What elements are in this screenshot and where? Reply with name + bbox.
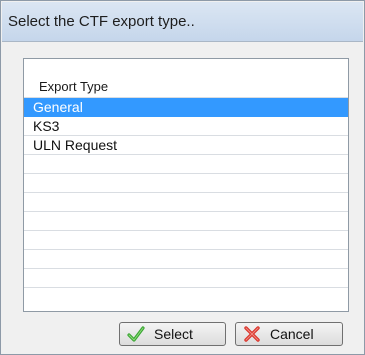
title-bar: Select the CTF export type.. bbox=[2, 2, 363, 42]
select-button[interactable]: Select bbox=[119, 322, 226, 346]
dialog-title: Select the CTF export type.. bbox=[8, 13, 195, 30]
export-type-dialog: Select the CTF export type.. Export Type… bbox=[0, 0, 365, 355]
list-item[interactable]: KS3 bbox=[24, 117, 348, 136]
cross-icon bbox=[244, 326, 260, 342]
cancel-button[interactable]: Cancel bbox=[235, 322, 343, 346]
list-item[interactable]: General bbox=[24, 98, 348, 117]
empty-row bbox=[24, 231, 348, 250]
empty-row bbox=[24, 212, 348, 231]
column-header-export-type[interactable]: Export Type bbox=[24, 59, 348, 98]
empty-row bbox=[24, 269, 348, 288]
list-item-label: General bbox=[33, 99, 83, 115]
list-item-label: ULN Request bbox=[33, 137, 118, 153]
cancel-button-label: Cancel bbox=[270, 326, 314, 342]
empty-row bbox=[24, 174, 348, 193]
list-item[interactable]: ULN Request bbox=[24, 136, 348, 155]
export-type-list[interactable]: Export Type General KS3 ULN Request bbox=[23, 58, 349, 312]
empty-row bbox=[24, 193, 348, 212]
list-item-label: KS3 bbox=[33, 118, 60, 134]
checkmark-icon bbox=[127, 326, 145, 342]
column-header-label: Export Type bbox=[39, 79, 109, 94]
empty-row bbox=[24, 250, 348, 269]
select-button-label: Select bbox=[154, 326, 193, 342]
empty-row bbox=[24, 155, 348, 174]
